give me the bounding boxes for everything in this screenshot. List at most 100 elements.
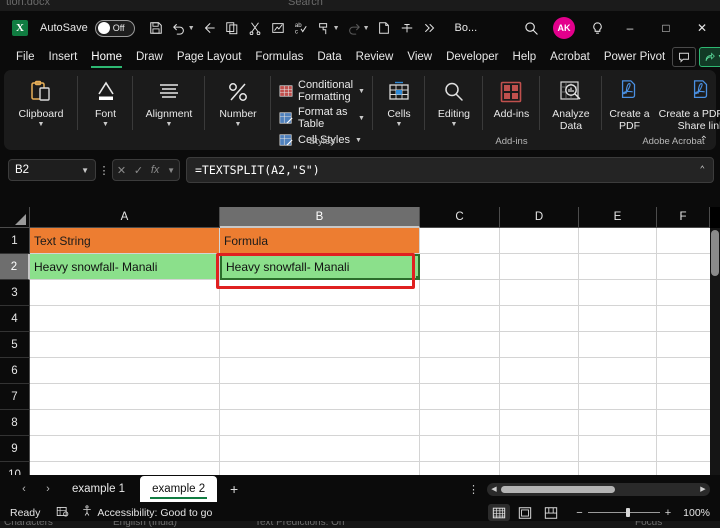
cell-a1[interactable]: Text String (30, 228, 220, 254)
clipboard-chevron-down-icon[interactable]: ▼ (38, 120, 45, 129)
record-macro-icon[interactable] (56, 505, 69, 521)
chart-icon[interactable] (267, 16, 289, 40)
row-header-3[interactable]: 3 (0, 280, 30, 306)
tab-insert[interactable]: Insert (42, 45, 85, 69)
cell-b3[interactable] (220, 280, 420, 306)
conditional-formatting-button[interactable]: Conditional Formatting ▼ (279, 79, 365, 103)
enter-formula-icon[interactable]: ✓ (134, 164, 143, 177)
cell-a4[interactable] (30, 306, 220, 332)
clipboard-button[interactable]: Clipboard ▼ (4, 75, 78, 129)
tab-help[interactable]: Help (506, 45, 544, 69)
vertical-scrollbar[interactable]: ▲ (710, 228, 720, 475)
column-header-d[interactable]: D (500, 207, 579, 228)
format-painter-icon[interactable] (313, 16, 335, 40)
tab-formulas[interactable]: Formulas (248, 45, 310, 69)
strikethrough-icon[interactable] (396, 16, 418, 40)
cell-b7[interactable] (220, 384, 420, 410)
tab-developer[interactable]: Developer (439, 45, 505, 69)
column-header-c[interactable]: C (420, 207, 500, 228)
cells-button[interactable]: Cells ▼ (373, 75, 425, 129)
cell-d10[interactable] (500, 462, 579, 475)
alignment-chevron-down-icon[interactable]: ▼ (166, 120, 173, 129)
page-break-view-button[interactable] (540, 504, 562, 521)
cell-a8[interactable] (30, 410, 220, 436)
tab-review[interactable]: Review (349, 45, 401, 69)
comments-button[interactable] (672, 47, 696, 67)
previous-sheet-button[interactable]: ‹ (12, 477, 36, 501)
cell-e5[interactable] (579, 332, 657, 358)
format-as-table-chevron-down-icon[interactable]: ▼ (358, 115, 365, 122)
column-header-e[interactable]: E (579, 207, 657, 228)
ribbon-collapse-icon[interactable]: ⌃ (700, 135, 708, 146)
cell-b2[interactable]: Heavy snowfall- Manali (220, 254, 420, 280)
addins-button[interactable]: Add-ins (483, 75, 540, 120)
row-header-10[interactable]: 10 (0, 462, 30, 475)
spelling-icon[interactable]: abc (290, 16, 312, 40)
cells-chevron-down-icon[interactable]: ▼ (396, 120, 403, 129)
cell-a9[interactable] (30, 436, 220, 462)
cell-c10[interactable] (420, 462, 500, 475)
sheet-tab-example-1[interactable]: example 1 (60, 476, 137, 502)
tab-power-pivot[interactable]: Power Pivot (597, 45, 672, 69)
cell-e7[interactable] (579, 384, 657, 410)
conditional-formatting-chevron-down-icon[interactable]: ▼ (358, 88, 365, 95)
number-chevron-down-icon[interactable]: ▼ (235, 120, 242, 129)
cell-a7[interactable] (30, 384, 220, 410)
copy-icon[interactable] (221, 16, 243, 40)
tab-acrobat[interactable]: Acrobat (543, 45, 597, 69)
new-file-icon[interactable] (373, 16, 395, 40)
close-button[interactable]: ✕ (684, 13, 720, 43)
cell-c6[interactable] (420, 358, 500, 384)
cell-c2[interactable] (420, 254, 500, 280)
row-header-4[interactable]: 4 (0, 306, 30, 332)
tab-data[interactable]: Data (310, 45, 348, 69)
cell-d4[interactable] (500, 306, 579, 332)
zoom-in-button[interactable]: + (665, 507, 671, 519)
cell-c8[interactable] (420, 410, 500, 436)
cell-b9[interactable] (220, 436, 420, 462)
horizontal-scrollbar[interactable]: ◀ ▶ (487, 483, 710, 496)
cell-d3[interactable] (500, 280, 579, 306)
zoom-slider-track[interactable] (588, 512, 660, 513)
horizontal-scrollbar-thumb[interactable] (501, 486, 615, 493)
cell-d2[interactable] (500, 254, 579, 280)
cell-d7[interactable] (500, 384, 579, 410)
maximize-button[interactable]: □ (648, 13, 684, 43)
create-pdf-button[interactable]: Create a PDF (602, 75, 657, 132)
cell-a6[interactable] (30, 358, 220, 384)
format-painter-chevron-down-icon[interactable]: ▼ (333, 25, 340, 32)
cell-a10[interactable] (30, 462, 220, 475)
create-pdf-share-button[interactable]: Create a PDF and Share link (657, 75, 720, 132)
name-box-chevron-down-icon[interactable]: ▼ (81, 166, 89, 175)
add-sheet-button[interactable]: + (217, 477, 251, 501)
cancel-formula-icon[interactable]: ✕ (117, 164, 126, 177)
share-button[interactable]: ▼ (699, 47, 720, 67)
scroll-left-icon[interactable]: ◀ (487, 485, 501, 493)
font-button[interactable]: Font ▼ (78, 75, 133, 129)
cell-a3[interactable] (30, 280, 220, 306)
tab-draw[interactable]: Draw (129, 45, 170, 69)
zoom-slider-knob[interactable] (626, 508, 630, 517)
function-chevron-down-icon[interactable]: ▼ (167, 166, 175, 175)
font-chevron-down-icon[interactable]: ▼ (102, 120, 109, 129)
cell-d5[interactable] (500, 332, 579, 358)
back-icon[interactable] (198, 16, 220, 40)
undo-chevron-down-icon[interactable]: ▼ (188, 25, 195, 32)
cell-d6[interactable] (500, 358, 579, 384)
row-header-1[interactable]: 1 (0, 228, 30, 254)
save-icon[interactable] (145, 16, 167, 40)
cell-d8[interactable] (500, 410, 579, 436)
number-button[interactable]: Number ▼ (205, 75, 271, 129)
row-header-7[interactable]: 7 (0, 384, 30, 410)
analyze-data-button[interactable]: Analyze Data (540, 75, 602, 132)
cell-e4[interactable] (579, 306, 657, 332)
cell-e3[interactable] (579, 280, 657, 306)
row-header-9[interactable]: 9 (0, 436, 30, 462)
sheet-options-icon[interactable]: ⋮ (460, 483, 487, 496)
cell-c3[interactable] (420, 280, 500, 306)
cell-e10[interactable] (579, 462, 657, 475)
cell-c1[interactable] (420, 228, 500, 254)
cell-e2[interactable] (579, 254, 657, 280)
tab-page-layout[interactable]: Page Layout (170, 45, 249, 69)
row-header-5[interactable]: 5 (0, 332, 30, 358)
